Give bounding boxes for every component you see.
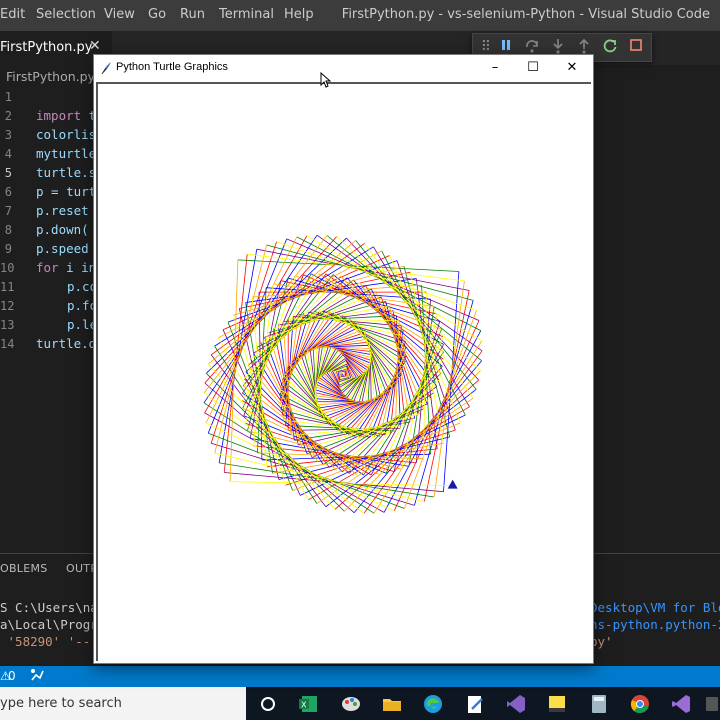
turtle-window-title: Python Turtle Graphics: [116, 61, 228, 73]
code-line: p.speed: [36, 241, 89, 256]
code-line: p.reset: [36, 203, 89, 218]
line-number: 10: [0, 261, 15, 275]
line-number: 6: [4, 185, 12, 199]
turtle-window: Python Turtle Graphics – ☐ ✕: [93, 54, 594, 664]
line-number: 3: [4, 128, 12, 142]
line-number: 13: [0, 318, 15, 332]
turtle-cursor-icon: [447, 479, 458, 489]
visual-studio-icon[interactable]: [505, 693, 527, 715]
tab-label: FirstPython.py: [0, 40, 93, 55]
feather-icon: [100, 60, 112, 75]
menu-terminal[interactable]: Terminal: [219, 7, 274, 22]
line-number: 12: [0, 299, 15, 313]
task-view-icon[interactable]: [257, 693, 279, 715]
code-line: turtle.d: [36, 336, 97, 351]
line-number: 9: [4, 242, 12, 256]
code-line: myturtle: [36, 146, 97, 161]
sticky-notes-icon[interactable]: [546, 693, 568, 715]
paint-icon[interactable]: [340, 693, 362, 715]
taskbar: ype here to search X: [0, 687, 720, 720]
turtle-title-bar[interactable]: Python Turtle Graphics – ☐ ✕: [94, 55, 593, 82]
line-number: 11: [0, 280, 15, 294]
stop-icon[interactable]: [627, 38, 645, 56]
search-placeholder: ype here to search: [0, 696, 122, 711]
code-keyword: import: [36, 108, 82, 123]
terminal-line: '58290' '--: [0, 634, 91, 649]
code-line: turtle.s: [36, 165, 97, 180]
line-number: 14: [0, 337, 15, 351]
terminal-line: a\Local\Progr: [0, 617, 98, 632]
overflow-icon[interactable]: [704, 693, 720, 715]
file-explorer-icon[interactable]: [381, 693, 403, 715]
maximize-button[interactable]: ☐: [515, 57, 551, 79]
window-title: FirstPython.py - vs-selenium-Python - Vi…: [341, 7, 710, 22]
turtle-stroke: [204, 235, 483, 514]
vscode-icon[interactable]: [670, 693, 692, 715]
breadcrumb[interactable]: FirstPython.py: [6, 69, 95, 84]
tab-problems[interactable]: OBLEMS: [0, 562, 48, 575]
line-number: 7: [4, 204, 12, 218]
error-count[interactable]: 0: [8, 669, 16, 683]
minimize-button[interactable]: –: [477, 57, 513, 79]
terminal-line: ns-python.python-2: [590, 617, 720, 632]
close-icon[interactable]: ✕: [89, 38, 101, 54]
excel-icon[interactable]: X: [297, 693, 319, 715]
line-number: 4: [4, 147, 12, 161]
terminal-line: Desktop\VM for Blo: [590, 600, 720, 615]
edge-icon[interactable]: [422, 693, 444, 715]
menu-run[interactable]: Run: [180, 7, 205, 22]
code-text: i in: [58, 260, 97, 275]
mouse-cursor-icon: [320, 71, 332, 88]
turtle-canvas[interactable]: [96, 82, 591, 661]
line-number: 5: [4, 166, 12, 180]
line-number: 8: [4, 223, 12, 237]
restart-icon[interactable]: [601, 38, 619, 56]
notepad-icon[interactable]: [464, 693, 486, 715]
menu-view[interactable]: View: [104, 7, 135, 22]
turtle-drawing: [203, 234, 483, 514]
line-number: 2: [4, 109, 12, 123]
svg-text:X: X: [301, 701, 307, 710]
menu-edit[interactable]: Edit: [0, 7, 25, 22]
chrome-icon[interactable]: [629, 693, 651, 715]
status-bar: ⚠ 0: [0, 666, 720, 687]
menu-bar: Edit Selection View Go Run Terminal Help…: [0, 0, 720, 31]
code-keyword: for: [36, 260, 59, 275]
code-line: p = turt: [36, 184, 97, 199]
code-line: p.down(: [36, 222, 89, 237]
calculator-icon[interactable]: [588, 693, 610, 715]
taskbar-search[interactable]: ype here to search: [0, 687, 246, 720]
line-number: 1: [4, 90, 12, 104]
code-line: colorlis: [36, 127, 97, 142]
menu-selection[interactable]: Selection: [36, 7, 96, 22]
live-share-icon[interactable]: [30, 667, 44, 686]
menu-go[interactable]: Go: [148, 7, 166, 22]
terminal-line: S C:\Users\nap: [0, 600, 106, 615]
menu-help[interactable]: Help: [284, 7, 314, 22]
close-button[interactable]: ✕: [554, 57, 590, 79]
